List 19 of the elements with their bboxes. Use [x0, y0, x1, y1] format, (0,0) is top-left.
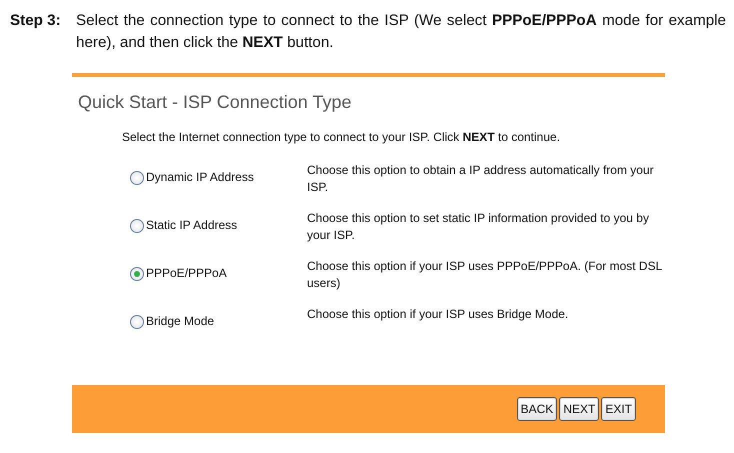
panel-title: Quick Start - ISP Connection Type — [77, 91, 352, 114]
option-label[interactable]: PPPoE/PPPoA — [146, 265, 227, 282]
step-instruction: Select the connection type to connect to the ISP (We select PPPoE/PPPoA mode for example here), and then click the NEXT button. — [76, 11, 726, 53]
radio-button[interactable] — [130, 266, 144, 280]
option-label[interactable]: Dynamic IP Address — [146, 169, 254, 186]
nav-button[interactable]: NEXT — [559, 397, 600, 421]
option-description: Choose this option to set static IP information provided to you by your ISP. — [307, 210, 650, 244]
radio-button[interactable] — [130, 218, 144, 232]
option-description: Choose this option if your ISP uses PPPoE/PPPoA. (For most DSL users) — [307, 258, 663, 292]
step-label: Step 3: — [10, 11, 62, 31]
option-label[interactable]: Static IP Address — [146, 217, 238, 234]
radio-button[interactable] — [130, 314, 144, 328]
nav-button[interactable]: BACK — [516, 397, 558, 421]
nav-button[interactable]: EXIT — [601, 397, 636, 421]
intro-text: Select the Internet connection type to connect to your ISP. Click NEXT to continue. — [121, 129, 562, 146]
option-label[interactable]: Bridge Mode — [146, 313, 214, 330]
option-description: Choose this option to obtain a IP address automatically from your ISP. — [307, 162, 655, 196]
option-description: Choose this option if your ISP uses Bridge Mode. — [307, 306, 570, 323]
radio-button[interactable] — [130, 170, 144, 184]
